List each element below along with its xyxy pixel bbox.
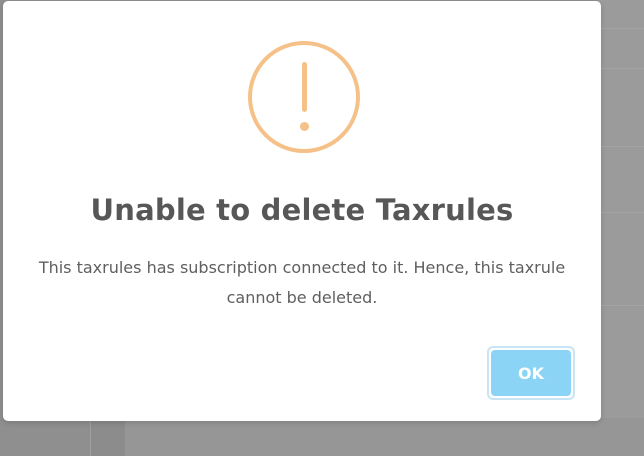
exclamation-dot [299, 122, 309, 131]
background-cell [125, 418, 644, 456]
dialog-title: Unable to delete Taxrules [90, 193, 514, 227]
background-divider [598, 212, 644, 213]
dialog-message: This taxrules has subscription connected… [38, 258, 566, 307]
ok-button-label: OK [491, 350, 571, 396]
warning-exclamation-icon [248, 41, 360, 153]
ok-button[interactable]: OK [487, 346, 575, 400]
exclamation-bar [301, 62, 307, 112]
background-divider [598, 305, 644, 306]
delete-error-dialog: Unable to delete Taxrules This taxrules … [3, 1, 601, 421]
background-divider [598, 146, 644, 147]
background-divider [598, 28, 644, 29]
background-cell [90, 418, 126, 456]
background-divider [598, 68, 644, 69]
